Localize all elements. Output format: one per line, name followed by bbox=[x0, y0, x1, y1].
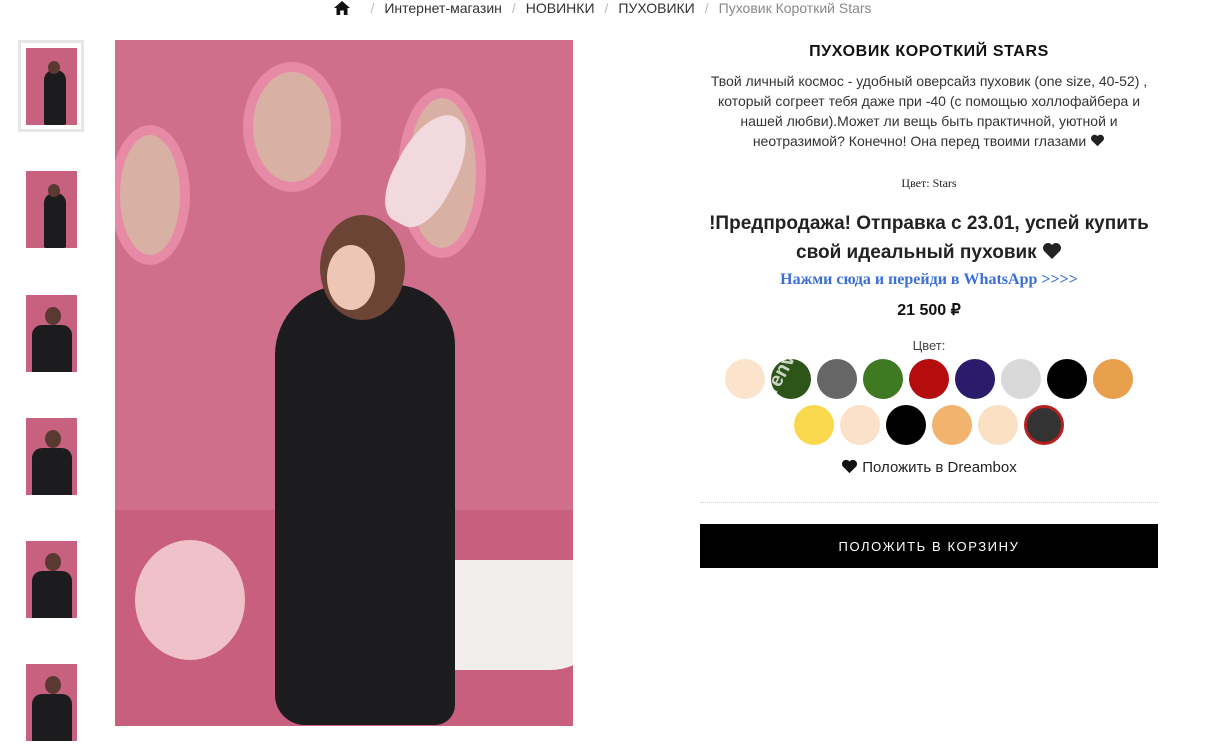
coat bbox=[275, 285, 455, 725]
breadcrumb: / Интернет-магазин / НОВИНКИ / ПУХОВИКИ … bbox=[0, 0, 1206, 17]
thumbnail-image bbox=[25, 417, 77, 495]
thumbnail-2[interactable] bbox=[18, 163, 84, 255]
color-swatch[interactable] bbox=[932, 405, 972, 445]
dreambox-label: Положить в Dreambox bbox=[862, 459, 1017, 476]
main-product-photo[interactable] bbox=[115, 40, 573, 726]
breadcrumb-separator: / bbox=[604, 0, 609, 16]
divider bbox=[700, 502, 1158, 503]
color-swatch[interactable] bbox=[771, 359, 811, 399]
color-swatch[interactable] bbox=[1001, 359, 1041, 399]
whatsapp-link[interactable]: Нажми сюда и перейди в WhatsApp >>>> bbox=[700, 271, 1158, 289]
thumbnail-image bbox=[25, 663, 77, 741]
product-title: ПУХОВИК КОРОТКИЙ STARS bbox=[809, 43, 1049, 60]
color-swatch[interactable] bbox=[863, 359, 903, 399]
heart-icon bbox=[842, 459, 858, 474]
breadcrumb-puffers[interactable]: ПУХОВИКИ bbox=[618, 0, 694, 16]
color-swatch[interactable] bbox=[1024, 405, 1064, 445]
breadcrumb-separator: / bbox=[511, 0, 516, 16]
color-swatch[interactable] bbox=[955, 359, 995, 399]
color-label: Цвет: Stars bbox=[901, 176, 957, 190]
color-swatch[interactable] bbox=[909, 359, 949, 399]
wall-frame bbox=[115, 125, 190, 265]
breadcrumb-current: Пуховик Короткий Stars bbox=[718, 0, 872, 16]
thumbnail-4[interactable] bbox=[18, 410, 84, 502]
heart-icon bbox=[1042, 243, 1061, 259]
breadcrumb-new[interactable]: НОВИНКИ bbox=[526, 0, 595, 16]
dreambox-button[interactable]: Положить в Dreambox bbox=[700, 459, 1158, 476]
presale-notice: !Предпродажа! Отправка с 23.01, успей ку… bbox=[700, 209, 1158, 267]
product-info: ПУХОВИК КОРОТКИЙ STARS Твой личный космо… bbox=[700, 40, 1158, 568]
color-swatch[interactable] bbox=[886, 405, 926, 445]
color-swatch[interactable] bbox=[840, 405, 880, 445]
wall-frame bbox=[243, 62, 341, 192]
thumbnail-1[interactable] bbox=[18, 40, 84, 132]
color-swatch[interactable] bbox=[794, 405, 834, 445]
thumbnail-image bbox=[25, 294, 77, 372]
swatch-label: Цвет: bbox=[912, 338, 946, 353]
thumbnail-image bbox=[25, 170, 77, 248]
presale-text: !Предпродажа! Отправка с 23.01, успей ку… bbox=[709, 213, 1149, 263]
home-icon[interactable] bbox=[334, 1, 351, 15]
heart-icon bbox=[1091, 134, 1105, 147]
model-face bbox=[327, 245, 375, 310]
breadcrumb-shop[interactable]: Интернет-магазин bbox=[384, 0, 502, 16]
thumbnail-3[interactable] bbox=[18, 287, 84, 379]
thumbnail-5[interactable] bbox=[18, 533, 84, 625]
thumbnail-6[interactable] bbox=[18, 656, 84, 748]
product-price: 21 500 ₽ bbox=[897, 302, 961, 319]
thumbnail-image bbox=[25, 47, 77, 125]
color-swatch[interactable] bbox=[817, 359, 857, 399]
description-text: Твой личный космос - удобный оверсайз пу… bbox=[710, 73, 1148, 149]
color-swatch[interactable] bbox=[978, 405, 1018, 445]
breadcrumb-separator: / bbox=[704, 0, 709, 16]
color-swatch[interactable] bbox=[1093, 359, 1133, 399]
flamingo-figure bbox=[135, 540, 245, 660]
color-swatches: ovarenv.ru bbox=[700, 329, 1158, 451]
add-to-cart-button[interactable]: ПОЛОЖИТЬ В КОРЗИНУ bbox=[700, 524, 1158, 568]
thumbnail-image bbox=[25, 540, 77, 618]
color-swatch[interactable] bbox=[1047, 359, 1087, 399]
product-description: Твой личный космос - удобный оверсайз пу… bbox=[709, 71, 1149, 151]
color-swatch[interactable] bbox=[725, 359, 765, 399]
breadcrumb-separator: / bbox=[370, 0, 375, 16]
